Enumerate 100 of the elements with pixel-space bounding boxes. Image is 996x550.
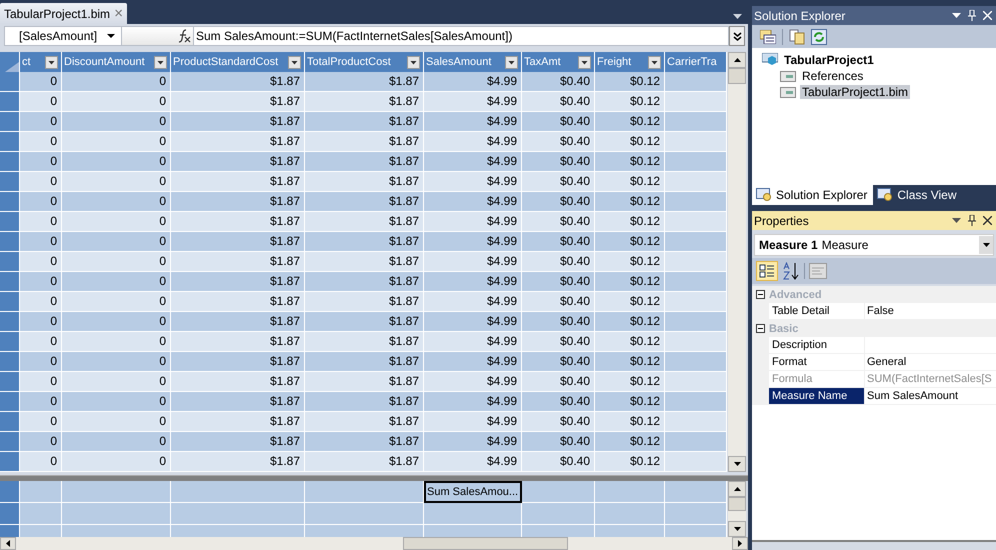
column-header[interactable]: CarrierTra: [665, 52, 727, 72]
formula-input[interactable]: Sum SalesAmount:=SUM(FactInternetSales[SalesAmount]): [194, 26, 729, 46]
row-header[interactable]: [0, 452, 20, 472]
document-tab[interactable]: TabularProject1.bim ×: [0, 3, 127, 24]
scroll-up-button[interactable]: [728, 52, 746, 68]
row-header[interactable]: [0, 132, 20, 152]
row-header[interactable]: [0, 412, 20, 432]
close-icon[interactable]: [983, 216, 992, 225]
measure-cell[interactable]: [171, 481, 305, 503]
measure-cell[interactable]: [665, 503, 727, 525]
row-header[interactable]: [0, 392, 20, 412]
row-header[interactable]: [0, 432, 20, 452]
vertical-scrollbar[interactable]: [728, 481, 746, 537]
scroll-down-button[interactable]: [728, 521, 746, 537]
row-header[interactable]: [0, 252, 20, 272]
property-value[interactable]: General: [865, 354, 996, 370]
measure-cell[interactable]: [665, 481, 727, 503]
categorized-icon[interactable]: [756, 261, 778, 281]
tree-item[interactable]: TabularProject1: [782, 53, 876, 67]
close-button[interactable]: ×: [114, 6, 123, 21]
measure-cell[interactable]: [522, 503, 595, 525]
pin-icon[interactable]: [968, 215, 976, 226]
caret-icon[interactable]: [952, 13, 961, 18]
measure-cell[interactable]: [20, 481, 62, 503]
scroll-up-button[interactable]: [728, 481, 746, 497]
column-header[interactable]: TotalProductCost: [305, 52, 424, 72]
row-header[interactable]: [0, 503, 20, 525]
tree-item[interactable]: TabularProject1.bim: [800, 85, 910, 99]
measure-cell[interactable]: [171, 503, 305, 525]
horizontal-scrollbar[interactable]: [0, 537, 748, 550]
row-header[interactable]: [0, 152, 20, 172]
scroll-right-button[interactable]: [732, 537, 748, 550]
caret-icon[interactable]: [733, 14, 742, 19]
property-row[interactable]: Description: [752, 337, 996, 354]
dropdown-icon[interactable]: [578, 56, 591, 68]
property-row[interactable]: Measure Name Sum SalesAmount: [752, 388, 996, 405]
property-value[interactable]: False: [865, 303, 996, 319]
dropdown-icon[interactable]: [154, 56, 167, 68]
select-all-corner[interactable]: [0, 52, 20, 72]
properties-icon[interactable]: [760, 30, 776, 44]
dropdown-icon[interactable]: [505, 56, 518, 68]
column-header[interactable]: DiscountAmount: [62, 52, 171, 72]
row-header[interactable]: [0, 92, 20, 112]
property-name[interactable]: Format: [769, 354, 865, 370]
sort-icon[interactable]: [782, 262, 800, 280]
measure-cell[interactable]: [305, 481, 424, 503]
panel-tab[interactable]: Solution Explorer: [752, 185, 874, 205]
property-value[interactable]: Sum SalesAmount: [865, 388, 996, 404]
scroll-thumb[interactable]: [728, 497, 746, 511]
column-header[interactable]: Freight: [595, 52, 665, 72]
copy-icon[interactable]: [789, 28, 805, 44]
panel-tab[interactable]: Class View: [873, 185, 963, 205]
scroll-left-button[interactable]: [0, 537, 16, 550]
vertical-scrollbar[interactable]: [728, 52, 746, 472]
measure-cell[interactable]: Sum SalesAmou...: [424, 481, 522, 503]
dropdown-icon[interactable]: [407, 56, 420, 68]
row-header[interactable]: [0, 481, 20, 503]
expand-button[interactable]: [729, 26, 745, 46]
dropdown-button[interactable]: [979, 236, 993, 254]
row-header[interactable]: [0, 192, 20, 212]
dropdown-icon[interactable]: [648, 56, 661, 68]
measure-cell[interactable]: [595, 503, 665, 525]
dropdown-icon[interactable]: [45, 56, 58, 68]
row-header[interactable]: [0, 292, 20, 312]
column-header[interactable]: TaxAmt: [522, 52, 595, 72]
property-name[interactable]: Table Detail: [769, 303, 865, 319]
measure-cell[interactable]: [595, 481, 665, 503]
object-selector[interactable]: Measure 1 Measure: [754, 234, 994, 256]
column-header[interactable]: ct: [20, 52, 62, 72]
row-header[interactable]: [0, 272, 20, 292]
row-header[interactable]: [0, 112, 20, 132]
scroll-thumb[interactable]: [728, 68, 746, 84]
refresh-icon[interactable]: [811, 28, 827, 44]
scroll-thumb[interactable]: [403, 537, 568, 550]
property-row[interactable]: Format General: [752, 354, 996, 371]
measure-cell[interactable]: [305, 503, 424, 525]
scroll-down-button[interactable]: [728, 456, 746, 472]
column-header[interactable]: ProductStandardCost: [171, 52, 305, 72]
measure-cell[interactable]: [522, 481, 595, 503]
row-header[interactable]: [0, 172, 20, 192]
caret-icon[interactable]: [952, 218, 961, 223]
insert-function-button[interactable]: [122, 26, 194, 46]
row-header[interactable]: [0, 232, 20, 252]
row-header[interactable]: [0, 332, 20, 352]
column-selector[interactable]: [SalesAmount]: [4, 26, 122, 46]
row-header[interactable]: [0, 72, 20, 92]
property-row[interactable]: Table Detail False: [752, 303, 996, 320]
column-header[interactable]: SalesAmount: [424, 52, 522, 72]
dropdown-icon[interactable]: [288, 56, 301, 68]
tree-item[interactable]: References: [800, 69, 866, 83]
row-header[interactable]: [0, 352, 20, 372]
measure-cell[interactable]: [20, 503, 62, 525]
measure-cell[interactable]: [62, 481, 171, 503]
measure-cell[interactable]: [424, 503, 522, 525]
measure-cell[interactable]: [62, 503, 171, 525]
row-header[interactable]: [0, 212, 20, 232]
property-name[interactable]: Description: [769, 337, 865, 353]
row-header[interactable]: [0, 312, 20, 332]
property-name[interactable]: Measure Name: [769, 388, 865, 404]
row-header[interactable]: [0, 372, 20, 392]
